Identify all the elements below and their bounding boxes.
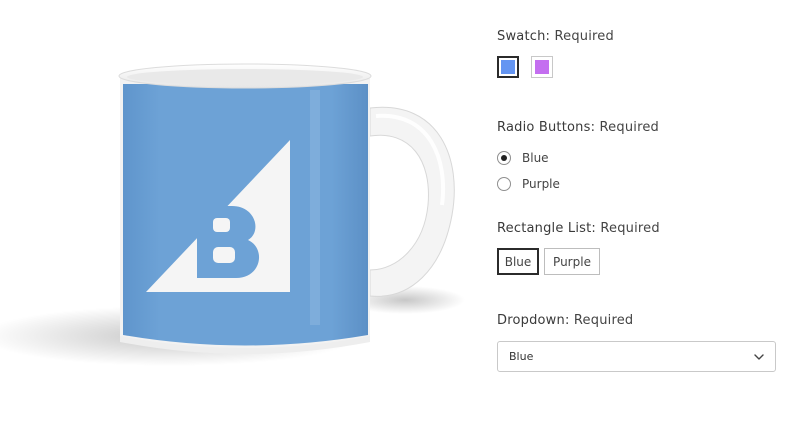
rectangle-option-blue[interactable]: Blue bbox=[497, 248, 539, 275]
radio-option-label: Blue bbox=[522, 151, 549, 165]
dropdown-required: Required bbox=[573, 313, 634, 328]
rectangle-option-label: Purple bbox=[553, 254, 591, 269]
swatch-label-text: Swatch: bbox=[497, 29, 551, 44]
radio-circle[interactable] bbox=[497, 177, 511, 191]
radio-option-purple[interactable]: Purple bbox=[497, 174, 560, 194]
mug-illustration bbox=[0, 63, 465, 366]
swatch-blue[interactable] bbox=[497, 56, 519, 78]
swatch-label: Swatch: Required bbox=[497, 29, 614, 44]
swatch-required: Required bbox=[554, 29, 614, 44]
product-image bbox=[0, 0, 470, 421]
dropdown-selected-value: Blue bbox=[509, 350, 534, 363]
swatch-purple-fill bbox=[535, 60, 549, 74]
logo-letter-b bbox=[197, 206, 260, 278]
swatch-blue-fill bbox=[501, 60, 515, 74]
radio-option-label: Purple bbox=[522, 177, 560, 191]
radio-circle-checked[interactable] bbox=[497, 151, 511, 165]
rectangle-required: Required bbox=[600, 221, 660, 236]
radio-label-text: Radio Buttons: bbox=[497, 120, 596, 135]
rectangle-label-text: Rectangle List: bbox=[497, 221, 596, 236]
dropdown-label: Dropdown: Required bbox=[497, 313, 633, 328]
radio-option-blue[interactable]: Blue bbox=[497, 148, 549, 168]
dropdown-select[interactable]: Blue bbox=[497, 341, 776, 372]
rectangle-option-label: Blue bbox=[504, 254, 532, 269]
rectangle-list-label: Rectangle List: Required bbox=[497, 221, 660, 236]
radio-buttons-label: Radio Buttons: Required bbox=[497, 120, 659, 135]
radio-required: Required bbox=[599, 120, 659, 135]
chevron-down-icon bbox=[754, 354, 764, 360]
swatch-purple[interactable] bbox=[531, 56, 553, 78]
dropdown-label-text: Dropdown: bbox=[497, 313, 570, 328]
rectangle-option-purple[interactable]: Purple bbox=[544, 248, 600, 275]
